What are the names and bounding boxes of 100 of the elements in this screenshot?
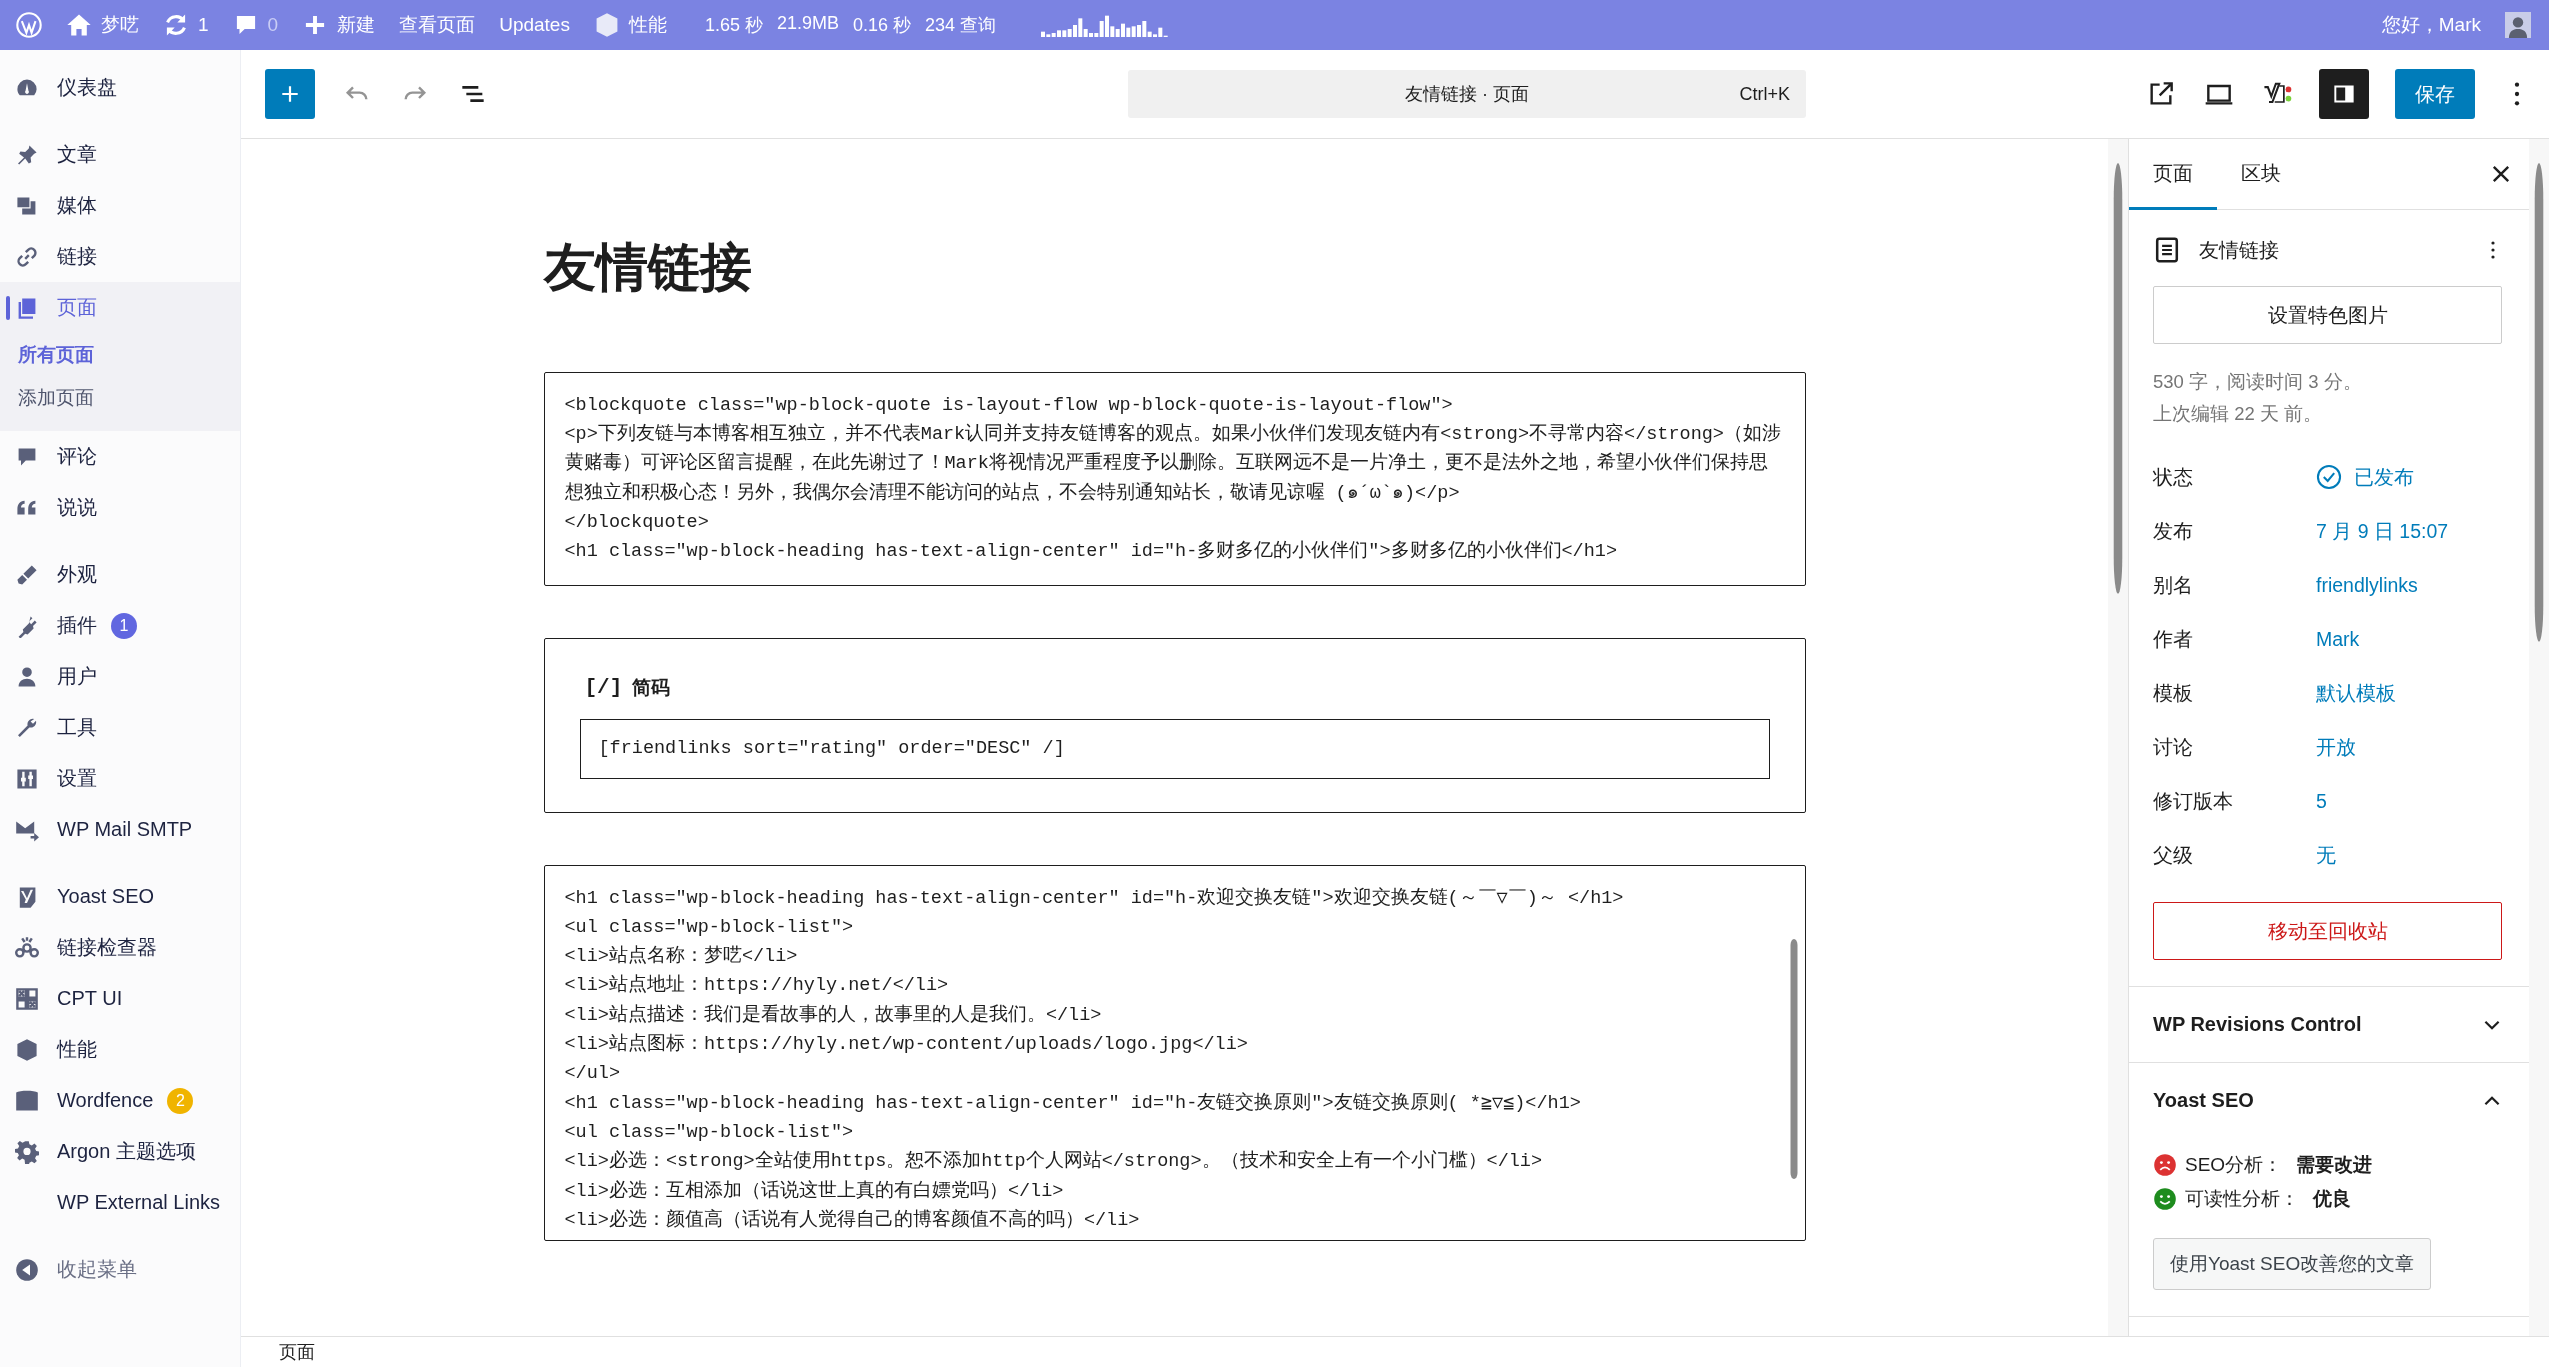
- query-stat: 1.65 秒: [704, 14, 763, 37]
- panel-section-toggle[interactable]: WP Revisions Control: [2153, 1013, 2505, 1036]
- sidebar-item[interactable]: 媒体: [0, 180, 240, 231]
- panel-tab[interactable]: 区块: [2217, 139, 2305, 210]
- collapse-menu-button[interactable]: 收起菜单: [0, 1244, 240, 1295]
- post-info: 530 字，阅读时间 3 分。: [2153, 370, 2363, 394]
- shortcode-field[interactable]: [friendlinks sort="rating" order="DESC" /]: [579, 718, 1770, 779]
- panel-section-toggle[interactable]: Yoast SEO: [2153, 1089, 2505, 1112]
- home-icon: [66, 12, 92, 38]
- menu-label: 链接: [57, 244, 97, 269]
- document-title: 友情链接: [2199, 237, 2280, 263]
- post-info: 上次编辑 22 天 前。: [2153, 402, 2323, 426]
- count-badge: 2: [167, 1087, 194, 1114]
- code-line: </blockquote>: [564, 511, 710, 535]
- sidebar-item[interactable]: 链接检查器: [0, 922, 240, 973]
- menu-label: 插件: [57, 613, 97, 638]
- sidebar-item[interactable]: Yoast SEO: [0, 871, 240, 922]
- wordpress-logo-icon[interactable]: [16, 12, 42, 38]
- sidebar-item[interactable]: 用户: [0, 651, 240, 702]
- sidebar-item[interactable]: 文章: [0, 129, 240, 180]
- sidebar-item[interactable]: 页面: [0, 282, 240, 333]
- avatar-icon[interactable]: [2505, 12, 2531, 38]
- scrollbar[interactable]: [2108, 139, 2128, 1336]
- trash-button[interactable]: 移动至回收站: [2153, 902, 2502, 960]
- sidebar-item[interactable]: 评论: [0, 431, 240, 482]
- field-value-link[interactable]: 5: [2316, 789, 2327, 813]
- html-block[interactable]: [543, 371, 1806, 586]
- field-value-link[interactable]: 开放: [2316, 733, 2356, 761]
- sidebar-item[interactable]: Wordfence 2: [0, 1075, 240, 1126]
- code-line: <li>站点描述：我们是看故事的人，故事里的人是我们。</li>: [564, 1003, 1103, 1028]
- code-line: <li>必选：颜值高（话说有人觉得自己的博客颜值不高的吗）</li>: [564, 1208, 1141, 1233]
- field-label: 父级: [2153, 842, 2194, 868]
- sidebar-item[interactable]: 插件 1: [0, 600, 240, 651]
- sidebar-item[interactable]: Argon 主题选项: [0, 1126, 240, 1177]
- menu-label: Argon 主题选项: [57, 1139, 196, 1164]
- sidebar-item[interactable]: 仪表盘: [0, 62, 240, 113]
- save-button[interactable]: 保存: [2395, 69, 2475, 119]
- plus-icon: [279, 83, 301, 105]
- field-label: 别名: [2153, 572, 2194, 598]
- menu-label: 用户: [57, 664, 97, 689]
- command-bar[interactable]: 友情链接 · 页面 Ctrl+K: [1128, 70, 1806, 118]
- sidebar-item[interactable]: 设置: [0, 753, 240, 804]
- sidebar-item[interactable]: 外观: [0, 549, 240, 600]
- panel-tab[interactable]: 页面: [2129, 139, 2217, 210]
- menu-label: 媒体: [57, 193, 97, 218]
- status-link[interactable]: 已发布: [2316, 463, 2414, 491]
- code-line: <h1 class="wp-block-heading has-text-align-center" id="h-多财多亿的小伙伴们">多财多亿的小伙伴们</h1>: [564, 539, 1618, 565]
- field-value-link[interactable]: 默认模板: [2316, 679, 2396, 707]
- sidebar-item[interactable]: 性能: [0, 1024, 240, 1075]
- sidebar-item[interactable]: 链接: [0, 231, 240, 282]
- add-block-button[interactable]: [265, 69, 315, 119]
- document-icon: [2153, 236, 2181, 264]
- greeting: 您好，Mark: [2381, 13, 2481, 37]
- submenu-item[interactable]: 所有页面: [0, 333, 240, 376]
- menu-label: 仪表盘: [57, 75, 117, 100]
- field-label: 修订版本: [2153, 788, 2234, 814]
- count-badge: 1: [111, 612, 137, 639]
- code-line: <p>下列友链与本博客相互独立，并不代表Mark认同并支持友链博客的观点。如果小伙伴们发现友链内有<strong>不寻常内容</strong>（如涉黄赌毒）可评论区留言提醒，在此先谢过了！Mark将视情况严重程度予以删除。互联网远不是一片净土，更不是法外之地，希望小伙伴们保持思想独立和积极心态！另外，我偶尔会清理不能访问的站点，不会特别通知站长，敬请见谅喔 (๑´ω`๑)</p>: [564, 422, 1782, 506]
- menu-label: CPT UI: [57, 987, 123, 1010]
- html-block[interactable]: [543, 864, 1806, 1241]
- shortcode-block[interactable]: [/] 简码 [friendlinks sort="rating" order="DESC" /]: [543, 637, 1806, 813]
- analysis-result: SEO分析： 需要改进: [2185, 1153, 2373, 1177]
- analysis-result: 可读性分析： 优良: [2185, 1187, 2351, 1211]
- menu-label: Wordfence: [57, 1089, 154, 1112]
- query-stat: 0.16 秒: [853, 14, 912, 37]
- menu-label: 工具: [57, 715, 97, 740]
- field-value-link[interactable]: 7 月 9 日 15:07: [2316, 517, 2449, 545]
- code-line: <li>必选：<strong>全站使用https。恕不添加http个人网站</strong>。（技术和安全上有一个小门槛）</li>: [564, 1149, 1544, 1175]
- field-value-link[interactable]: Mark: [2316, 627, 2360, 651]
- menu-label: 评论: [57, 444, 97, 469]
- shortcode-icon: [/]: [584, 676, 623, 700]
- menu-label: Yoast SEO: [57, 885, 155, 908]
- scrollbar[interactable]: [2529, 139, 2549, 1336]
- document-title: 友情链接 · 页面: [1405, 83, 1529, 106]
- field-label: 状态: [2153, 464, 2194, 490]
- code-line: <li>必选：互相添加（话说这世上真的有白嫖党吗）</li>: [564, 1179, 1065, 1204]
- block-label: 简码: [632, 675, 671, 700]
- submenu-item[interactable]: 添加页面: [0, 376, 240, 419]
- page-title[interactable]: 友情链接: [543, 231, 1806, 304]
- shortcut-hint: Ctrl+K: [1739, 83, 1790, 105]
- menu-label: WP Mail SMTP: [57, 818, 193, 841]
- menu-label: 文章: [57, 142, 97, 167]
- sidebar-item[interactable]: WP Mail SMTP: [0, 804, 240, 855]
- settings-sidebar-toggle[interactable]: [2319, 69, 2369, 119]
- sidebar-item[interactable]: 说说: [0, 482, 240, 533]
- code-line: </ul>: [564, 1062, 621, 1087]
- refresh-icon: [163, 12, 189, 38]
- query-stat: 21.9MB: [777, 13, 840, 35]
- code-line: <ul class="wp-block-list">: [564, 1120, 855, 1145]
- yoast-improve-button[interactable]: 使用Yoast SEO改善您的文章: [2153, 1238, 2432, 1290]
- featured-image-button[interactable]: 设置特色图片: [2153, 286, 2502, 344]
- sidebar-item[interactable]: CPT UI: [0, 973, 240, 1024]
- breadcrumb[interactable]: 页面: [279, 1340, 315, 1364]
- field-value-link[interactable]: friendlylinks: [2316, 573, 2418, 597]
- sidebar-item[interactable]: WP External Links: [0, 1177, 240, 1228]
- menu-icon: [15, 766, 39, 791]
- field-value-link[interactable]: 无: [2316, 841, 2336, 869]
- sidebar-item[interactable]: 工具: [0, 702, 240, 753]
- menu-label: 外观: [57, 562, 97, 587]
- sad-face-icon: [2153, 1153, 2177, 1177]
